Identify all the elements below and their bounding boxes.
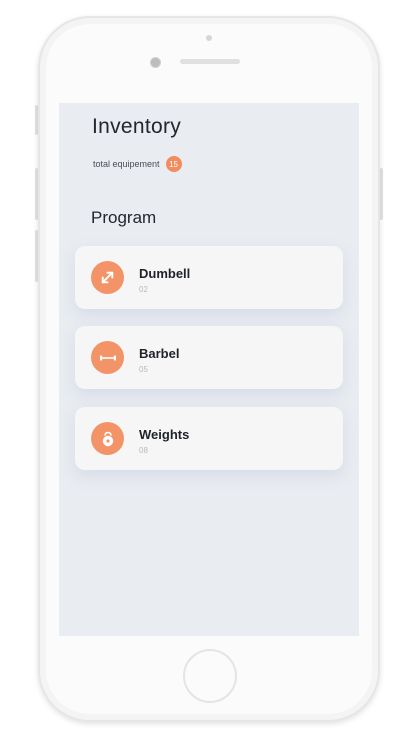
equipment-count-badge: 15 xyxy=(165,156,182,172)
program-card-weights[interactable]: Weights 08 xyxy=(75,407,343,470)
front-camera-icon xyxy=(150,57,161,68)
program-item-name: Weights xyxy=(139,427,190,442)
earpiece-speaker xyxy=(180,59,240,64)
program-item-name: Barbel xyxy=(139,346,180,361)
barbell-icon xyxy=(91,341,124,374)
power-button[interactable] xyxy=(380,168,383,220)
proximity-sensor xyxy=(206,35,212,41)
program-card-dumbell[interactable]: Dumbell 02 xyxy=(75,246,343,309)
expand-arrows-icon xyxy=(91,261,124,294)
program-item-name: Dumbell xyxy=(139,266,191,281)
page-title: Inventory xyxy=(92,115,182,138)
program-item-number: 08 xyxy=(139,446,148,455)
kettlebell-icon xyxy=(91,422,124,455)
home-button[interactable] xyxy=(183,649,237,703)
section-title-program: Program xyxy=(91,208,157,227)
program-item-number: 02 xyxy=(139,285,148,294)
equipment-count-label: total equipement xyxy=(93,159,160,169)
program-item-number: 05 xyxy=(139,365,148,374)
app-screen: Inventory total equipement 15 Program Du… xyxy=(59,103,359,636)
equipment-summary: total equipement 15 xyxy=(93,156,182,172)
program-card-barbel[interactable]: Barbel 05 xyxy=(75,326,343,389)
